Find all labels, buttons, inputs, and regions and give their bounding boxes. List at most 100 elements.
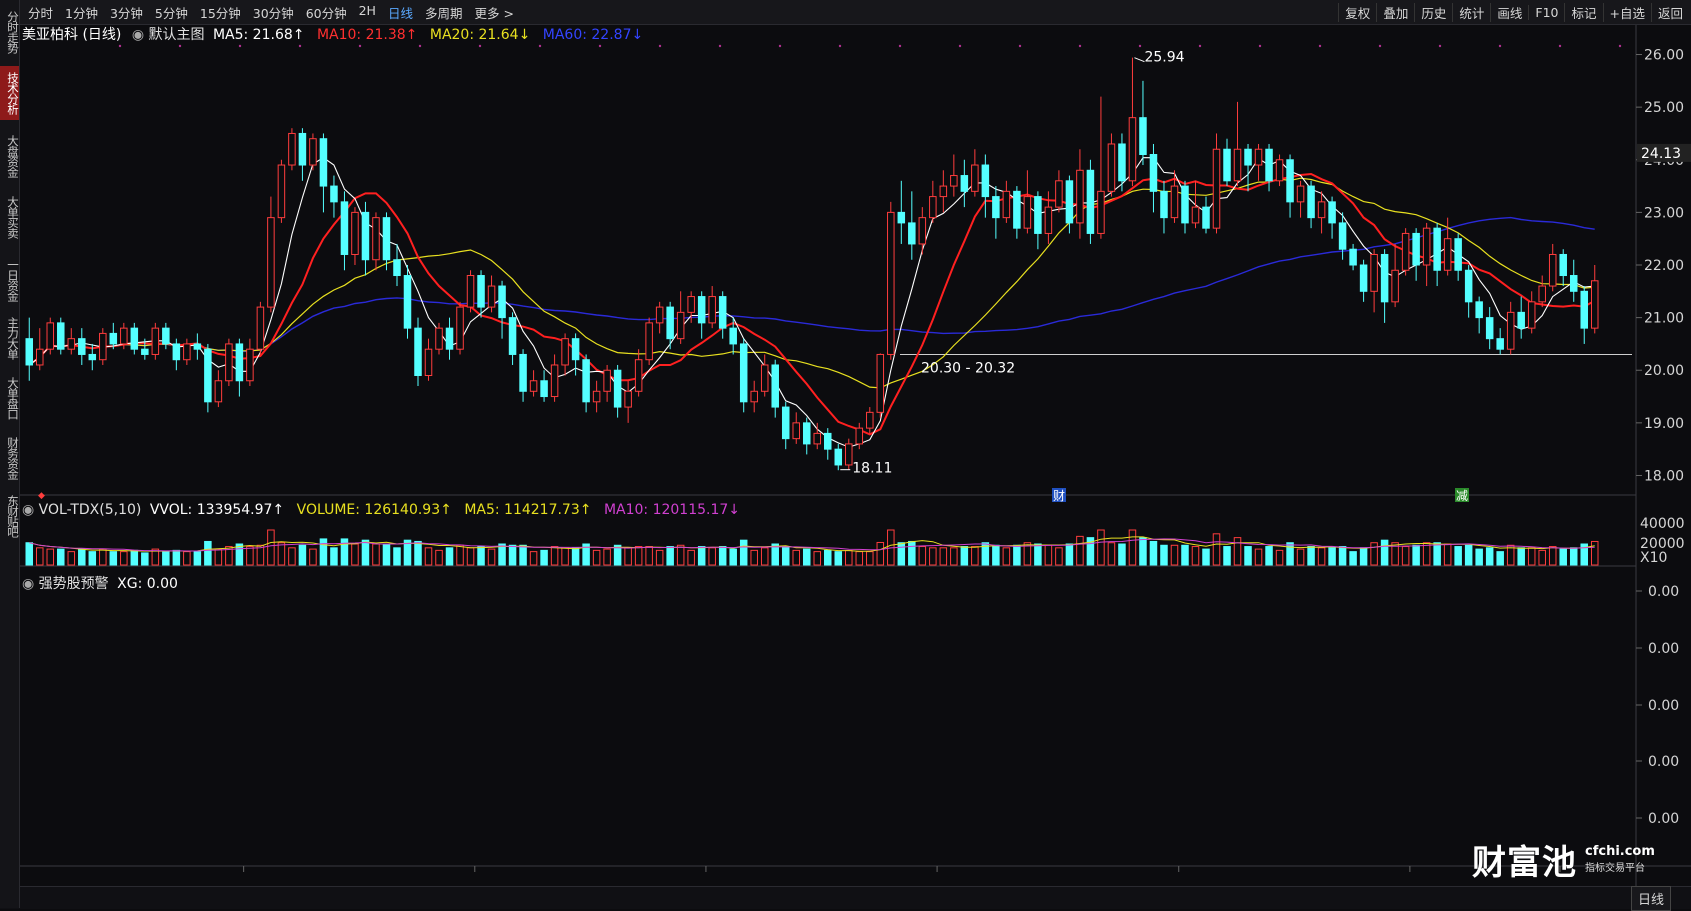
candle-body xyxy=(645,322,653,361)
ma10-line xyxy=(28,172,1596,436)
toolbar-tool[interactable]: 历史 xyxy=(1414,2,1452,22)
toolbar-tool[interactable]: 标记 xyxy=(1564,2,1602,22)
period-tab[interactable]: 3分钟 xyxy=(104,3,149,22)
candle-body xyxy=(424,348,433,377)
period-button[interactable]: 日线 xyxy=(1630,886,1671,911)
volume-bar xyxy=(309,548,317,566)
sidebar-item[interactable]: 技术分析 xyxy=(0,66,20,120)
candle-body xyxy=(1569,275,1578,292)
candle-body xyxy=(46,322,55,350)
volume-bar xyxy=(781,546,790,566)
ma-lines xyxy=(28,157,1596,448)
sidebar-item[interactable]: 分时走势 xyxy=(0,4,20,60)
candle-body xyxy=(309,138,317,166)
sidebar-item[interactable]: 主力大单 xyxy=(0,310,20,366)
candle-body xyxy=(718,296,727,329)
volume-bar xyxy=(1118,543,1126,566)
period-tab[interactable]: 日线 xyxy=(382,3,419,22)
kline-chart[interactable]: 26.0025.0024.0023.0022.0021.0020.0019.00… xyxy=(0,0,1691,908)
period-tab[interactable]: 60分钟 xyxy=(300,3,353,22)
volume-bar xyxy=(1527,547,1536,566)
volume-bar xyxy=(1485,547,1494,566)
toolbar-tool[interactable]: 统计 xyxy=(1452,2,1490,22)
y-tick-label: 26.00 xyxy=(1644,48,1684,64)
volume-bar xyxy=(571,547,580,566)
candle-body xyxy=(1433,227,1441,271)
period-tab[interactable]: 分时 xyxy=(22,3,59,22)
candle-body xyxy=(1286,159,1294,203)
candle-body xyxy=(981,164,990,198)
top-dot xyxy=(1198,44,1202,48)
y-tick-label: 23.00 xyxy=(1644,205,1684,221)
candle-body xyxy=(666,306,674,340)
period-tab[interactable]: 1分钟 xyxy=(59,3,104,22)
stock-title[interactable]: 美亚柏科 (日线) xyxy=(22,27,121,43)
alert-label[interactable]: 强势股预警 xyxy=(39,576,109,592)
volume-bar xyxy=(487,548,496,566)
period-tab[interactable]: 更多 > xyxy=(468,3,519,22)
volume-bar xyxy=(78,548,86,566)
candle-body xyxy=(204,348,212,403)
volume-bar xyxy=(1464,544,1473,566)
sidebar-item[interactable]: 大单买卖 xyxy=(0,189,20,245)
period-tab[interactable]: 2H xyxy=(353,3,382,22)
y-tick-label: 22.00 xyxy=(1644,258,1684,274)
toolbar-tool[interactable]: 画线 xyxy=(1490,2,1528,22)
volume-bars xyxy=(25,529,1599,566)
volume-value: VOLUME: 126140.93↑ xyxy=(296,502,452,518)
candle-body xyxy=(1128,117,1137,182)
current-price: 24.13 xyxy=(1641,146,1681,162)
candle-body xyxy=(382,217,391,261)
candle-body xyxy=(456,306,464,350)
period-tab[interactable]: 15分钟 xyxy=(194,3,247,22)
candle-body xyxy=(760,364,769,392)
template-dot-icon[interactable]: ◉ xyxy=(132,27,144,43)
period-tab[interactable]: 30分钟 xyxy=(247,3,300,22)
toolbar-tool[interactable]: F10 xyxy=(1528,4,1564,20)
candle-body xyxy=(508,317,517,355)
candle-body xyxy=(676,311,685,340)
alert-dot-icon[interactable]: ◉ xyxy=(22,576,34,592)
candle-body xyxy=(214,380,223,403)
vol-label[interactable]: VOL-TDX(5,10) xyxy=(39,502,142,518)
volume-bar xyxy=(1317,547,1326,566)
toolbar-tool[interactable]: 返回 xyxy=(1650,2,1689,22)
candle-body xyxy=(1107,143,1116,192)
toolbar-tool[interactable]: 叠加 xyxy=(1376,2,1414,22)
candle-body xyxy=(1590,280,1599,329)
watermark-sub: 指标交易平台 xyxy=(1585,863,1645,874)
volume-bar xyxy=(1013,544,1021,566)
sidebar-item[interactable]: 东财贴吧 xyxy=(0,488,20,544)
sidebar-item[interactable]: 一日资金 xyxy=(0,252,20,308)
candle-body xyxy=(351,211,359,255)
volume-bar xyxy=(624,547,632,566)
volume-bar xyxy=(1401,546,1410,566)
candle-body xyxy=(1422,227,1431,266)
template-label[interactable]: 默认主图 xyxy=(149,27,205,43)
toolbar-tool[interactable]: +自选 xyxy=(1602,2,1651,22)
sidebar-item[interactable]: 大单盘口 xyxy=(0,370,20,426)
toolbar-tool[interactable]: 复权 xyxy=(1338,2,1376,22)
candle-body xyxy=(1254,148,1263,166)
vol-dot-icon[interactable]: ◉ xyxy=(22,502,34,518)
sidebar-item[interactable]: 大盘资金 xyxy=(0,128,20,184)
period-tab[interactable]: 5分钟 xyxy=(149,3,194,22)
candle-body xyxy=(582,359,590,403)
sidebar-item[interactable]: 财务资金 xyxy=(0,430,20,486)
candle-body xyxy=(183,343,191,361)
period-tab[interactable]: 多周期 xyxy=(419,3,469,22)
candle-body xyxy=(1223,148,1231,182)
volume-bar xyxy=(456,544,464,566)
candle-body xyxy=(1580,290,1588,329)
volume-bar xyxy=(519,544,527,566)
candle-body xyxy=(1118,143,1126,182)
candle-body xyxy=(25,338,34,366)
volume-bar xyxy=(697,546,706,566)
candle-body xyxy=(151,327,160,355)
vol-tick-label: X10 xyxy=(1640,550,1667,566)
volume-bar xyxy=(1223,546,1231,566)
ma10-value: MA10: 21.38↑ xyxy=(316,27,418,43)
volume-bar xyxy=(1044,544,1053,566)
candle-body xyxy=(445,327,454,350)
candle-body xyxy=(330,185,338,203)
